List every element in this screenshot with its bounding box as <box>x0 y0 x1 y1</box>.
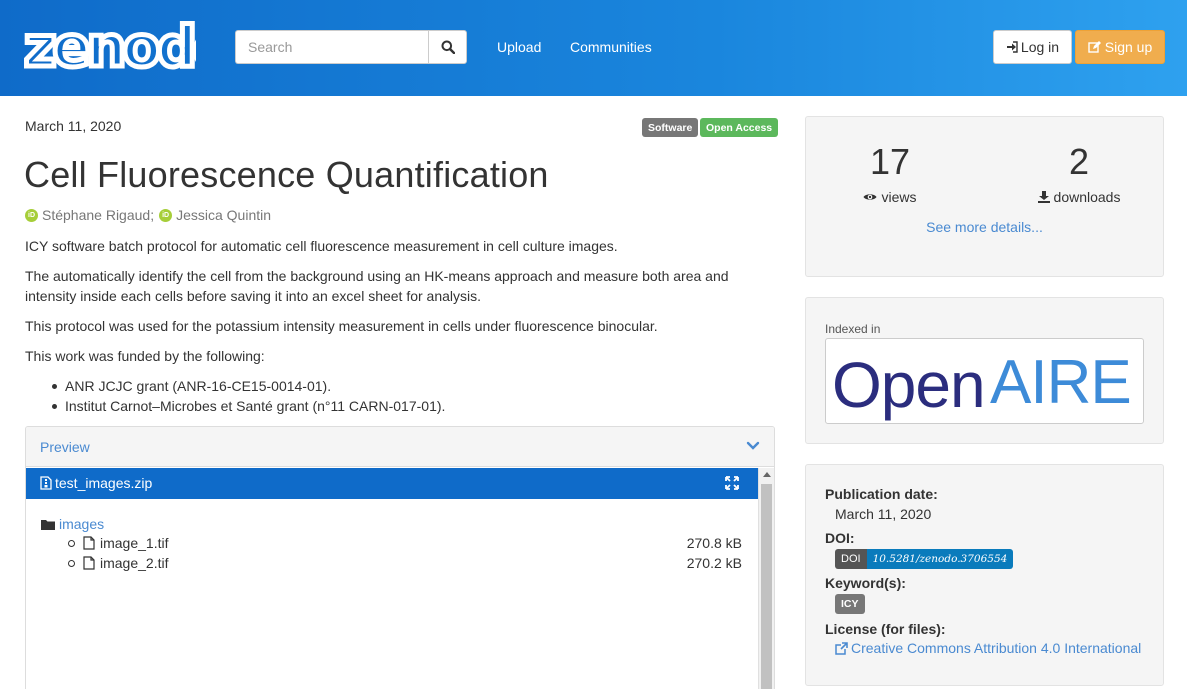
description-paragraph: ICY software batch protocol for automati… <box>25 238 618 254</box>
login-button[interactable]: Log in <box>993 30 1072 64</box>
scroll-thumb[interactable] <box>761 484 772 689</box>
authors: iD Stéphane Rigaud; iD Jessica Quintin <box>25 207 271 223</box>
folder-name: images <box>59 516 105 532</box>
search-icon <box>441 40 455 54</box>
orcid-icon[interactable]: iD <box>25 208 38 222</box>
metadata-card: Publication date: March 11, 2020 DOI: DO… <box>805 464 1164 686</box>
file-icon <box>83 556 95 570</box>
tree-file: image_1.tif <box>68 535 168 551</box>
preview-panel: Preview test_images.zip images image_1.t… <box>25 426 775 689</box>
signup-button[interactable]: Sign up <box>1075 30 1165 64</box>
indexed-card: Indexed in Open AIRE <box>805 297 1164 444</box>
tree-folder[interactable]: images <box>41 516 104 532</box>
downloads-count: 2 <box>1068 141 1090 182</box>
nav-upload[interactable]: Upload <box>497 39 541 55</box>
funding-list: ANR JCJC grant (ANR-16-CE15-0014-01). In… <box>48 376 445 416</box>
keyword-badge[interactable]: ICY <box>835 594 865 614</box>
scroll-up-arrow[interactable] <box>763 472 771 477</box>
doi-badge[interactable]: DOI 10.5281/zenodo.3706554 <box>835 549 1014 569</box>
zenodo-logo[interactable]: zenodo <box>24 16 196 74</box>
eye-icon <box>863 194 877 200</box>
folder-icon <box>41 519 55 530</box>
edit-icon <box>1088 41 1101 53</box>
file-size: 270.2 kB <box>686 555 742 571</box>
sign-in-icon <box>1006 41 1018 53</box>
bullet-circle-icon <box>68 539 75 547</box>
nav-communities[interactable]: Communities <box>570 39 652 55</box>
orcid-icon[interactable]: iD <box>159 208 173 222</box>
top-navbar: zenodo Upload Communities Log in Sign up <box>0 0 1187 96</box>
chevron-down-icon[interactable] <box>746 439 760 453</box>
badge-software: Software <box>642 118 699 137</box>
license-label: License (for files): <box>825 621 946 637</box>
file-archive-icon <box>40 476 52 490</box>
publication-date-value: March 11, 2020 <box>835 506 932 522</box>
see-more-details-link[interactable]: See more details... <box>806 219 1163 235</box>
openaire-logo[interactable]: Open AIRE <box>825 338 1144 424</box>
description-paragraph: This work was funded by the following: <box>25 348 265 364</box>
svg-text:AIRE: AIRE <box>990 348 1131 417</box>
search-bar <box>235 30 467 64</box>
author-name[interactable]: Jessica Quintin <box>176 207 271 223</box>
badge-open-access: Open Access <box>700 118 779 137</box>
views-text: views <box>881 189 917 205</box>
preview-title: Preview <box>40 439 90 455</box>
expand-icon[interactable] <box>725 476 739 490</box>
preview-header[interactable]: Preview <box>26 427 774 467</box>
openaire-logo-image: Open AIRE <box>832 348 1132 421</box>
svg-text:zenodo: zenodo <box>24 16 196 74</box>
external-link-icon <box>835 641 848 655</box>
signup-label: Sign up <box>1104 39 1153 55</box>
file-name-label: test_images.zip <box>55 475 153 491</box>
publication-date-label: Publication date: <box>825 486 938 502</box>
publication-date: March 11, 2020 <box>25 118 122 134</box>
views-label: views <box>815 189 965 205</box>
search-input[interactable] <box>235 30 429 64</box>
login-label: Log in <box>1020 39 1060 55</box>
doi-value: 10.5281/zenodo.3706554 <box>866 549 1014 569</box>
file-preview-bar: test_images.zip <box>26 468 773 499</box>
file-size: 270.8 kB <box>686 535 742 551</box>
search-button[interactable] <box>428 30 467 64</box>
record-title: Cell Fluorescence Quantification <box>24 154 549 195</box>
indexed-in-label: Indexed in <box>825 322 881 336</box>
list-item: Institut Carnot–Microbes et Santé grant … <box>48 396 445 416</box>
preview-scrollbar[interactable] <box>758 468 774 689</box>
downloads-label: downloads <box>1004 189 1154 205</box>
file-name: image_1.tif <box>100 535 169 551</box>
svg-text:Open: Open <box>832 349 985 421</box>
bullet-circle-icon <box>68 559 75 567</box>
file-name: image_2.tif <box>100 555 169 571</box>
license-link[interactable]: Creative Commons Attribution 4.0 Interna… <box>835 640 1141 656</box>
keywords-label: Keyword(s): <box>825 575 906 591</box>
stats-card: 17 views 2 downloads See more details... <box>805 116 1164 277</box>
file-icon <box>83 536 95 550</box>
description-paragraph: This protocol was used for the potassium… <box>25 318 658 334</box>
download-icon <box>1037 191 1050 203</box>
views-count: 17 <box>869 141 911 182</box>
downloads-text: downloads <box>1053 189 1121 205</box>
preview-file-name: test_images.zip <box>40 475 152 491</box>
license-text: Creative Commons Attribution 4.0 Interna… <box>851 640 1142 656</box>
list-item: ANR JCJC grant (ANR-16-CE15-0014-01). <box>48 376 445 396</box>
author-name[interactable]: Stéphane Rigaud; <box>42 207 154 223</box>
description-paragraph: The automatically identify the cell from… <box>25 268 729 304</box>
tree-file: image_2.tif <box>68 555 168 571</box>
doi-prefix: DOI <box>835 549 867 569</box>
doi-label: DOI: <box>825 530 855 546</box>
